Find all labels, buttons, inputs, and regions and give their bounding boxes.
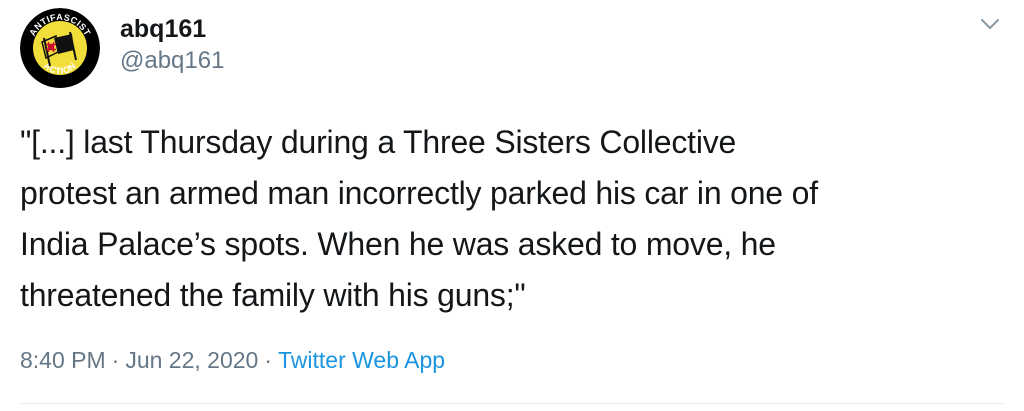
display-name[interactable]: abq161 bbox=[120, 14, 206, 44]
tweet-metadata: 8:40 PM · Jun 22, 2020 · Twitter Web App bbox=[20, 345, 445, 375]
tweet-date[interactable]: Jun 22, 2020 bbox=[125, 347, 258, 373]
divider bbox=[20, 403, 1004, 404]
tweet-card: ANTIFASCIST ACTION abq161 @abq161 "[...]… bbox=[0, 0, 1024, 411]
chevron-down-icon[interactable] bbox=[978, 12, 1002, 36]
tweet-text-line: India Palace’s spots. When he was asked … bbox=[20, 226, 776, 262]
tweet-text-line: protest an armed man incorrectly parked … bbox=[20, 175, 818, 211]
meta-separator: · bbox=[111, 347, 120, 373]
antifascist-action-logo-icon: ANTIFASCIST ACTION bbox=[20, 8, 100, 88]
tweet-time[interactable]: 8:40 PM bbox=[20, 347, 106, 373]
tweet-text: "[...] last Thursday during a Three Sist… bbox=[20, 117, 1010, 321]
tweet-text-line: "[...] last Thursday during a Three Sist… bbox=[20, 124, 737, 160]
tweet-source-link[interactable]: Twitter Web App bbox=[278, 347, 445, 373]
tweet-text-line: threatened the family with his guns;" bbox=[20, 277, 526, 313]
meta-separator: · bbox=[264, 347, 273, 373]
avatar[interactable]: ANTIFASCIST ACTION bbox=[20, 8, 100, 88]
user-handle[interactable]: @abq161 bbox=[120, 47, 224, 75]
